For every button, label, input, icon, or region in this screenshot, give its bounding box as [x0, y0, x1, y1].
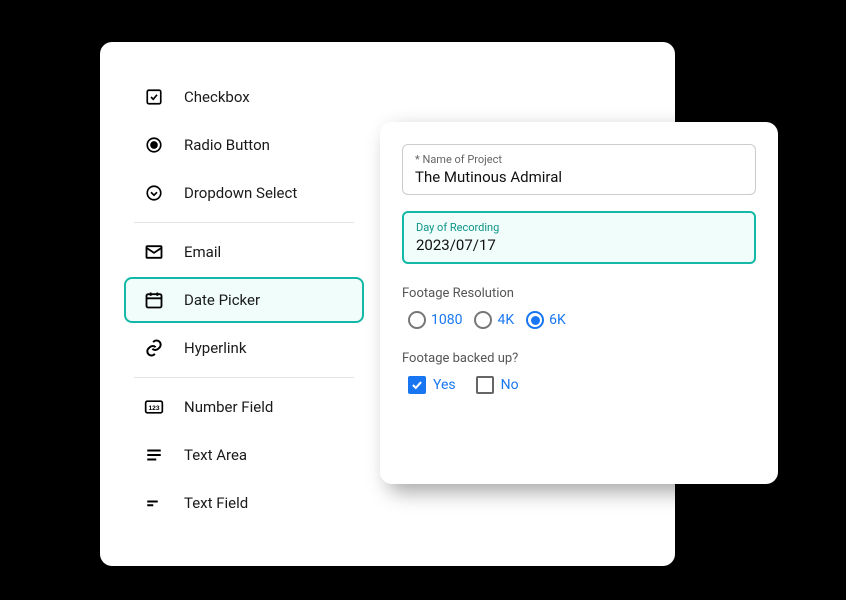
radio-label: 6K: [549, 312, 566, 328]
backed-up-no[interactable]: No: [476, 376, 519, 394]
divider: [134, 377, 354, 378]
checkbox-icon: [144, 87, 164, 107]
radio-icon: [144, 135, 164, 155]
field-type-textfield[interactable]: Text Field: [124, 480, 364, 526]
backed-up-yes[interactable]: Yes: [408, 376, 456, 394]
field-type-number[interactable]: 123 Number Field: [124, 384, 364, 430]
email-icon: [144, 242, 164, 262]
field-type-label: Radio Button: [184, 136, 270, 154]
field-type-label: Email: [184, 243, 221, 261]
field-type-date-picker[interactable]: Date Picker: [124, 277, 364, 323]
checkbox-label: No: [501, 377, 519, 393]
calendar-icon: [144, 290, 164, 310]
dropdown-icon: [144, 183, 164, 203]
form-preview-panel: * Name of Project The Mutinous Admiral D…: [380, 122, 778, 484]
field-type-checkbox[interactable]: Checkbox: [124, 74, 364, 120]
checkbox-icon: [476, 376, 494, 394]
field-type-hyperlink[interactable]: Hyperlink: [124, 325, 364, 371]
resolution-6k[interactable]: 6K: [526, 311, 566, 329]
field-type-label: Dropdown Select: [184, 184, 297, 202]
resolution-1080[interactable]: 1080: [408, 311, 462, 329]
textfield-icon: [144, 493, 164, 513]
resolution-options: 1080 4K 6K: [402, 311, 756, 329]
resolution-label: Footage Resolution: [402, 286, 756, 301]
input-label: Day of Recording: [416, 221, 742, 234]
field-type-label: Date Picker: [184, 291, 260, 309]
number-icon: 123: [144, 397, 164, 417]
input-label: * Name of Project: [415, 153, 743, 166]
resolution-4k[interactable]: 4K: [474, 311, 514, 329]
radio-icon: [526, 311, 544, 329]
checkbox-icon: [408, 376, 426, 394]
field-type-label: Number Field: [184, 398, 273, 416]
radio-icon: [474, 311, 492, 329]
field-type-label: Text Field: [184, 494, 248, 512]
radio-icon: [408, 311, 426, 329]
radio-label: 4K: [497, 312, 514, 328]
field-type-radio[interactable]: Radio Button: [124, 122, 364, 168]
radio-label: 1080: [431, 312, 462, 328]
field-type-label: Checkbox: [184, 88, 250, 106]
backed-up-label: Footage backed up?: [402, 351, 756, 366]
input-value: 2023/07/17: [416, 236, 742, 254]
input-value: The Mutinous Admiral: [415, 168, 743, 186]
field-type-email[interactable]: Email: [124, 229, 364, 275]
field-type-textarea[interactable]: Text Area: [124, 432, 364, 478]
checkbox-label: Yes: [433, 377, 456, 393]
field-type-label: Text Area: [184, 446, 247, 464]
field-type-dropdown[interactable]: Dropdown Select: [124, 170, 364, 216]
svg-text:123: 123: [148, 405, 159, 412]
recording-day-input[interactable]: Day of Recording 2023/07/17: [402, 211, 756, 264]
project-name-input[interactable]: * Name of Project The Mutinous Admiral: [402, 144, 756, 195]
field-type-label: Hyperlink: [184, 339, 246, 357]
link-icon: [144, 338, 164, 358]
divider: [134, 222, 354, 223]
backed-up-options: Yes No: [402, 376, 756, 394]
textarea-icon: [144, 445, 164, 465]
